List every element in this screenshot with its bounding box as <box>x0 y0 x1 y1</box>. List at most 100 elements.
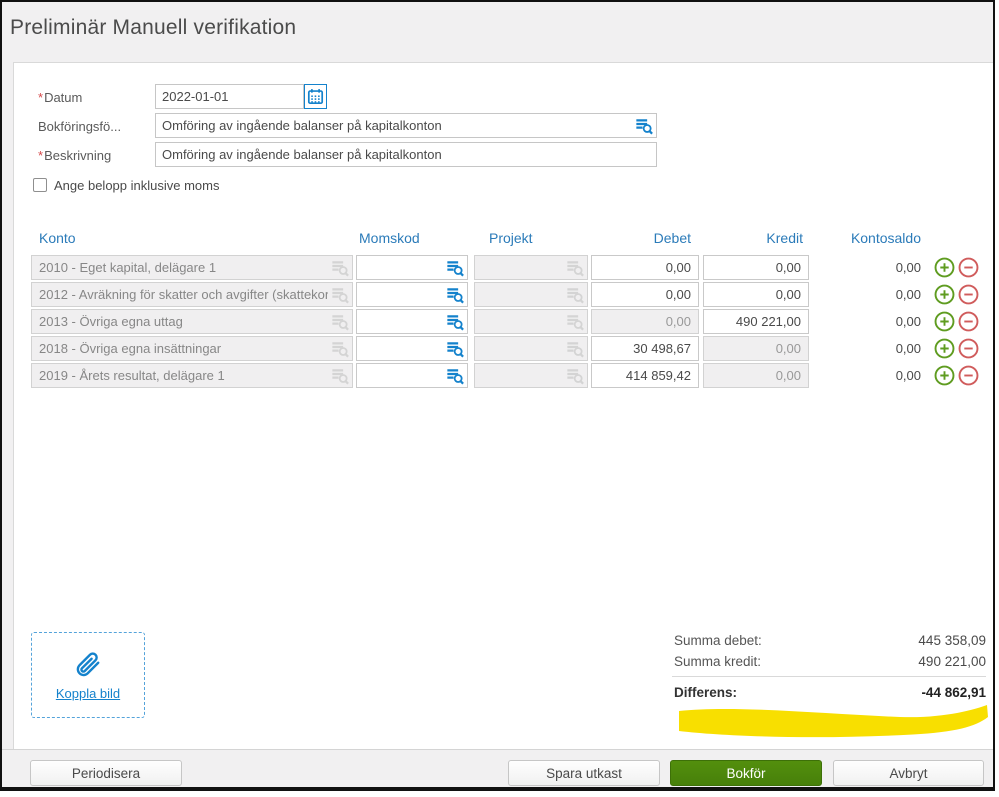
add-row-button[interactable] <box>934 257 955 278</box>
title-bar: Preliminär Manuell verifikation <box>2 2 993 62</box>
debet-input[interactable] <box>591 336 699 361</box>
summary-divider <box>672 676 986 677</box>
datum-input[interactable] <box>155 84 304 109</box>
table-row: 2019 - Årets resultat, delägare 1 0,00 <box>14 363 993 388</box>
projekt-field <box>474 255 588 280</box>
column-header-kontosaldo: Kontosaldo <box>821 230 921 246</box>
projekt-field <box>474 309 588 334</box>
add-row-button[interactable] <box>934 365 955 386</box>
momskod-field[interactable] <box>356 282 468 307</box>
browse-icon <box>331 367 349 385</box>
differens-value: -44 862,91 <box>921 685 986 700</box>
minus-icon <box>958 338 979 359</box>
summary-debet-label: Summa debet: <box>674 633 762 648</box>
highlight-marker <box>675 701 991 745</box>
browse-icon[interactable] <box>635 117 653 135</box>
attach-image-dropzone[interactable]: Koppla bild <box>31 632 145 718</box>
differens-label: Differens: <box>674 685 737 700</box>
remove-row-button[interactable] <box>958 284 979 305</box>
column-header-konto: Konto <box>39 230 76 246</box>
kontosaldo-value: 0,00 <box>831 287 921 302</box>
remove-row-button[interactable] <box>958 338 979 359</box>
spara-utkast-button[interactable]: Spara utkast <box>508 760 660 786</box>
momskod-field[interactable] <box>356 336 468 361</box>
konto-value: 2019 - Årets resultat, delägare 1 <box>39 368 328 383</box>
kontosaldo-value: 0,00 <box>831 368 921 383</box>
plus-icon <box>934 284 955 305</box>
konto-field: 2012 - Avräkning för skatter och avgifte… <box>31 282 353 307</box>
datum-label: *Datum <box>38 90 82 105</box>
periodisera-button[interactable]: Periodisera <box>30 760 182 786</box>
debet-input[interactable] <box>591 363 699 388</box>
plus-icon <box>934 365 955 386</box>
beskrivning-input[interactable] <box>155 142 657 167</box>
debet-input <box>591 309 699 334</box>
page-title: Preliminär Manuell verifikation <box>10 16 296 40</box>
konto-field: 2019 - Årets resultat, delägare 1 <box>31 363 353 388</box>
minus-icon <box>958 257 979 278</box>
remove-row-button[interactable] <box>958 311 979 332</box>
projekt-field <box>474 363 588 388</box>
summary-kredit-label: Summa kredit: <box>674 654 761 669</box>
add-row-button[interactable] <box>934 284 955 305</box>
avbryt-button[interactable]: Avbryt <box>833 760 984 786</box>
table-row: 2012 - Avräkning för skatter och avgifte… <box>14 282 993 307</box>
browse-icon[interactable] <box>446 340 464 358</box>
add-row-button[interactable] <box>934 311 955 332</box>
required-asterisk: * <box>38 90 43 105</box>
remove-row-button[interactable] <box>958 257 979 278</box>
browse-icon[interactable] <box>446 286 464 304</box>
kontosaldo-value: 0,00 <box>831 341 921 356</box>
summary-debet-value: 445 358,09 <box>918 633 986 648</box>
browse-icon[interactable] <box>446 367 464 385</box>
remove-row-button[interactable] <box>958 365 979 386</box>
debet-input[interactable] <box>591 255 699 280</box>
summary-kredit-value: 490 221,00 <box>918 654 986 669</box>
beskrivning-label: *Beskrivning <box>38 148 111 163</box>
kredit-input <box>703 363 809 388</box>
required-asterisk: * <box>38 148 43 163</box>
browse-icon <box>331 313 349 331</box>
minus-icon <box>958 311 979 332</box>
bokfor-button[interactable]: Bokför <box>670 760 822 786</box>
browse-icon <box>331 340 349 358</box>
kredit-input <box>703 336 809 361</box>
momskod-field[interactable] <box>356 309 468 334</box>
browse-icon <box>566 313 584 331</box>
moms-checkbox[interactable] <box>33 178 47 192</box>
content-panel: *Datum Bokföringsfö... Omföring av ingåe… <box>13 62 993 755</box>
calendar-icon <box>307 88 324 105</box>
kredit-input[interactable] <box>703 309 809 334</box>
plus-icon <box>934 257 955 278</box>
footer-bar: Periodisera Spara utkast Bokför Avbryt <box>2 749 993 787</box>
kredit-input[interactable] <box>703 255 809 280</box>
bokforingsforslag-field[interactable]: Omföring av ingående balanser på kapital… <box>155 113 657 138</box>
koppla-bild-link[interactable]: Koppla bild <box>56 686 120 701</box>
kontosaldo-value: 0,00 <box>831 260 921 275</box>
summary-debet-row: Summa debet: 445 358,09 <box>674 633 986 648</box>
projekt-field <box>474 282 588 307</box>
debet-input[interactable] <box>591 282 699 307</box>
table-row: 2013 - Övriga egna uttag 0,00 <box>14 309 993 334</box>
browse-icon <box>566 367 584 385</box>
browse-icon[interactable] <box>446 313 464 331</box>
konto-field: 2013 - Övriga egna uttag <box>31 309 353 334</box>
bokforingsforslag-label: Bokföringsfö... <box>38 119 121 134</box>
table-row: 2018 - Övriga egna insättningar 0,00 <box>14 336 993 361</box>
browse-icon <box>331 286 349 304</box>
add-row-button[interactable] <box>934 338 955 359</box>
calendar-button[interactable] <box>304 84 327 109</box>
minus-icon <box>958 365 979 386</box>
momskod-field[interactable] <box>356 255 468 280</box>
browse-icon[interactable] <box>446 259 464 277</box>
kredit-input[interactable] <box>703 282 809 307</box>
minus-icon <box>958 284 979 305</box>
summary-kredit-row: Summa kredit: 490 221,00 <box>674 654 986 669</box>
plus-icon <box>934 338 955 359</box>
browse-icon <box>331 259 349 277</box>
bokforingsforslag-value: Omföring av ingående balanser på kapital… <box>162 118 630 133</box>
column-header-projekt: Projekt <box>489 230 533 246</box>
paperclip-icon <box>73 650 103 680</box>
column-header-debet: Debet <box>591 230 691 246</box>
momskod-field[interactable] <box>356 363 468 388</box>
